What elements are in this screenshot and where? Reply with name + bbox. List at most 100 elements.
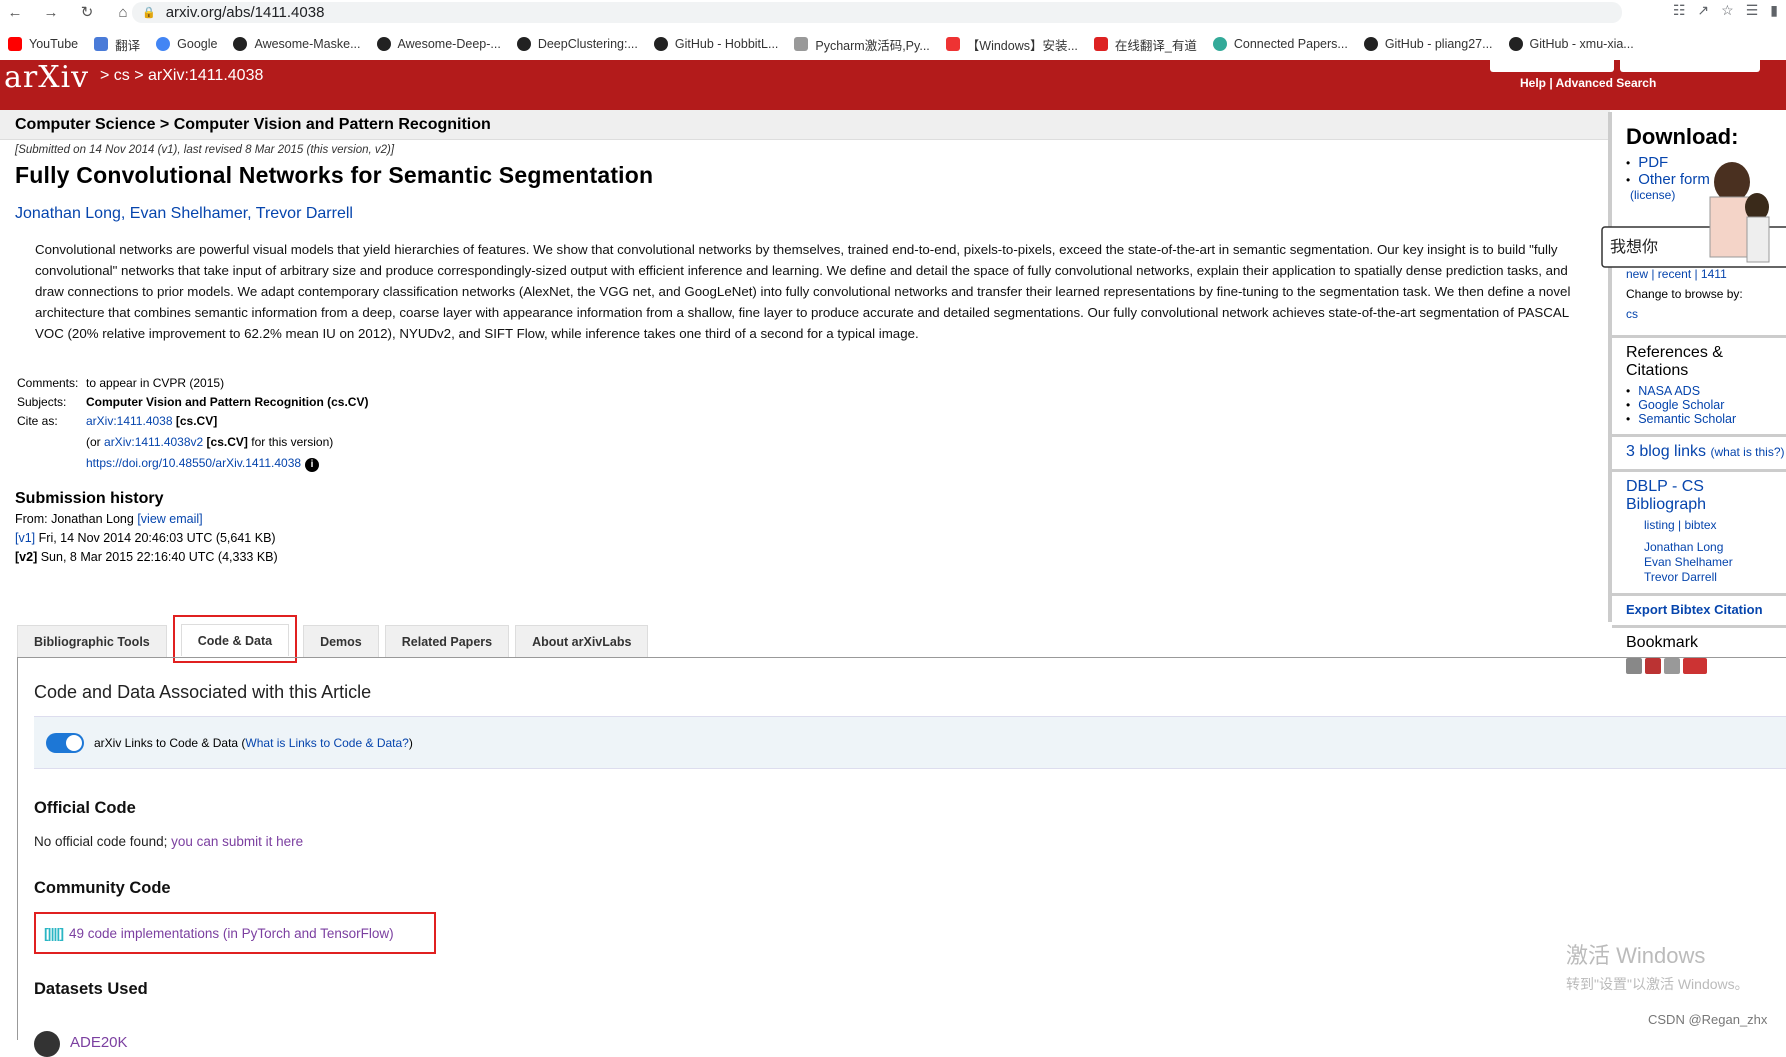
what-is-links-link[interactable]: What is Links to Code & Data?	[245, 736, 408, 750]
bookmark-pycharm[interactable]: Pycharm激活码,Py...	[794, 35, 930, 54]
toggle-label: arXiv Links to Code & Data	[94, 735, 239, 750]
bookmark-github-pliang[interactable]: GitHub - pliang27...	[1363, 37, 1493, 51]
tab-bibliographic-tools[interactable]: Bibliographic Tools	[17, 625, 167, 657]
info-icon[interactable]: i	[305, 458, 320, 472]
url-text: arxiv.org/abs/1411.4038	[165, 4, 325, 21]
dataset-icon	[34, 1031, 60, 1057]
category-breadcrumb: Computer Science > Computer Vision and P…	[0, 110, 1610, 140]
reddit-icon[interactable]	[1664, 658, 1680, 674]
translate-icon	[94, 37, 109, 51]
bibsonomy-icon[interactable]	[1626, 658, 1642, 674]
bookmark-youtube[interactable]: YouTube	[8, 37, 78, 51]
code-implementations-link[interactable]: 49 code implementations (in PyTorch and …	[69, 926, 394, 941]
reading-list-icon[interactable]: ☰	[1746, 2, 1759, 19]
links-toggle-switch[interactable]	[46, 732, 84, 753]
submitter: From: Jonathan Long	[15, 512, 134, 526]
subjects-row: Subjects: Computer Vision and Pattern Re…	[15, 393, 372, 412]
translate-icon[interactable]: ☷	[1673, 2, 1686, 19]
author-list[interactable]: Jonathan Long, Evan Shelhamer, Trevor Da…	[15, 205, 1605, 223]
windows-activation-watermark: 激活 Windows 转到"设置"以激活 Windows。	[1566, 938, 1749, 994]
v1-details: Fri, 14 Nov 2014 20:46:03 UTC (5,641 KB)	[38, 531, 276, 545]
metadata-table: Comments: to appear in CVPR (2015) Subje…	[15, 374, 1605, 475]
dblp-link[interactable]: DBLP - CS Bibliograph	[1626, 478, 1786, 514]
reload-icon[interactable]: ↻	[76, 1, 98, 23]
google-icon	[156, 37, 171, 51]
semantic-scholar-link[interactable]: Semantic Scholar	[1638, 412, 1736, 426]
bookmark-translate[interactable]: 翻译	[94, 35, 140, 54]
bookmark-connected-papers[interactable]: Connected Papers...	[1212, 37, 1348, 51]
tab-about-arxivlabs[interactable]: About arXivLabs	[515, 625, 649, 657]
bookmark-youdao[interactable]: 在线翻译_有道	[1093, 35, 1197, 54]
cite-version-link[interactable]: arXiv:1411.4038v2	[104, 435, 203, 449]
dblp-listing-links[interactable]: listing | bibtex	[1644, 518, 1786, 532]
tab-code-data[interactable]: Code & Data	[180, 624, 290, 656]
dblp-author-1[interactable]: Jonathan Long	[1644, 540, 1786, 555]
google-scholar-link[interactable]: Google Scholar	[1638, 398, 1724, 412]
search-input[interactable]	[1490, 60, 1614, 72]
mendeley-icon[interactable]	[1645, 658, 1661, 674]
submission-history-heading: Submission history	[15, 490, 164, 507]
star-icon[interactable]: ☆	[1721, 2, 1734, 19]
bookmarks-bar: YouTube 翻译 Google Awesome-Maske... Aweso…	[0, 32, 1786, 56]
browse-cs-link[interactable]: cs	[1626, 304, 1743, 324]
arxiv-logo[interactable]: arXiv	[4, 60, 89, 95]
nav-links[interactable]: new | recent | 1411	[1626, 264, 1743, 284]
bookmark-github-hobbit[interactable]: GitHub - HobbitL...	[653, 37, 778, 51]
highlight-box-implementations: [||||] 49 code implementations (in PyTor…	[34, 912, 436, 954]
cite-id-link[interactable]: arXiv:1411.4038	[86, 414, 173, 428]
sciencewise-icon[interactable]	[1683, 658, 1707, 674]
v1-link[interactable]: [v1]	[15, 531, 35, 545]
home-icon[interactable]: ⌂	[112, 1, 134, 23]
blog-links[interactable]: 3 blog links	[1626, 443, 1706, 460]
youtube-icon	[8, 37, 22, 51]
code-data-panel: Code and Data Associated with this Artic…	[34, 682, 1786, 1057]
search-field-select[interactable]	[1620, 60, 1760, 72]
bookmark-windows[interactable]: 【Windows】安装...	[945, 35, 1078, 54]
submit-code-link[interactable]: you can submit it here	[171, 834, 303, 849]
subjects-label: Subjects:	[17, 395, 67, 409]
github-icon	[516, 37, 531, 51]
cite-v-cat: [cs.CV]	[206, 435, 248, 449]
lock-icon: 🔒	[142, 7, 156, 19]
browser-toolbar: ← → ↻ ⌂ 🔒 arxiv.org/abs/1411.4038 ☷ ↗ ☆ …	[0, 0, 1786, 24]
arxiv-header: arXiv > cs > arXiv:1411.4038 Help | Adva…	[0, 60, 1786, 110]
comments-label: Comments:	[17, 376, 79, 390]
highlight-box-tab: Code & Data	[172, 615, 298, 663]
blog-what-link[interactable]: (what is this?)	[1711, 445, 1785, 459]
dblp-author-3[interactable]: Trevor Darrell	[1644, 570, 1786, 585]
bookmark-google[interactable]: Google	[156, 37, 217, 51]
doi-link[interactable]: https://doi.org/10.48550/arXiv.1411.4038	[86, 456, 301, 470]
comments-row: Comments: to appear in CVPR (2015)	[15, 374, 372, 393]
refs-list: NASA ADS Google Scholar Semantic Scholar	[1626, 384, 1786, 426]
nasa-ads-link[interactable]: NASA ADS	[1638, 384, 1700, 398]
pycharm-icon	[794, 37, 809, 51]
bookmark-awesome-maske[interactable]: Awesome-Maske...	[233, 37, 361, 51]
tab-demos[interactable]: Demos	[303, 625, 379, 657]
anime-sticker-overlay: 我想你	[1601, 162, 1786, 268]
back-icon[interactable]: ←	[4, 1, 26, 23]
refs-section: References & Citations NASA ADS Google S…	[1612, 338, 1786, 437]
cite-cat: [cs.CV]	[175, 414, 218, 428]
sidebar-icon[interactable]: ▮	[1770, 2, 1778, 19]
panel-title: Code and Data Associated with this Artic…	[34, 682, 372, 702]
bookmark-deepclustering[interactable]: DeepClustering:...	[516, 37, 638, 51]
share-icon[interactable]: ↗	[1697, 2, 1709, 19]
dataset-link-ade20k[interactable]: ADE20K	[70, 1034, 128, 1051]
dblp-author-2[interactable]: Evan Shelhamer	[1644, 555, 1786, 570]
help-links[interactable]: Help | Advanced Search	[1520, 76, 1656, 90]
bookmark-github-xmu[interactable]: GitHub - xmu-xia...	[1508, 37, 1634, 51]
abstract-main: [Submitted on 14 Nov 2014 (v1), last rev…	[15, 144, 1605, 567]
address-bar[interactable]: 🔒 arxiv.org/abs/1411.4038	[132, 2, 1622, 23]
view-email-link[interactable]: [view email]	[137, 512, 202, 526]
bookmark-awesome-deep[interactable]: Awesome-Deep-...	[376, 37, 501, 51]
watermark-title: 激活 Windows	[1566, 943, 1706, 968]
comments-value: to appear in CVPR (2015)	[86, 376, 225, 390]
export-bibtex-link[interactable]: Export Bibtex Citation	[1626, 602, 1786, 617]
community-code-heading: Community Code	[34, 879, 171, 897]
github-icon	[653, 37, 668, 51]
forward-icon[interactable]: →	[40, 1, 62, 23]
right-sidebar: Download: PDF Other form (license) 我想你 n…	[1601, 112, 1786, 674]
cite-v-pre: (or	[86, 435, 101, 449]
bookmark-heading: Bookmark	[1626, 634, 1699, 651]
tab-related-papers[interactable]: Related Papers	[384, 625, 510, 657]
